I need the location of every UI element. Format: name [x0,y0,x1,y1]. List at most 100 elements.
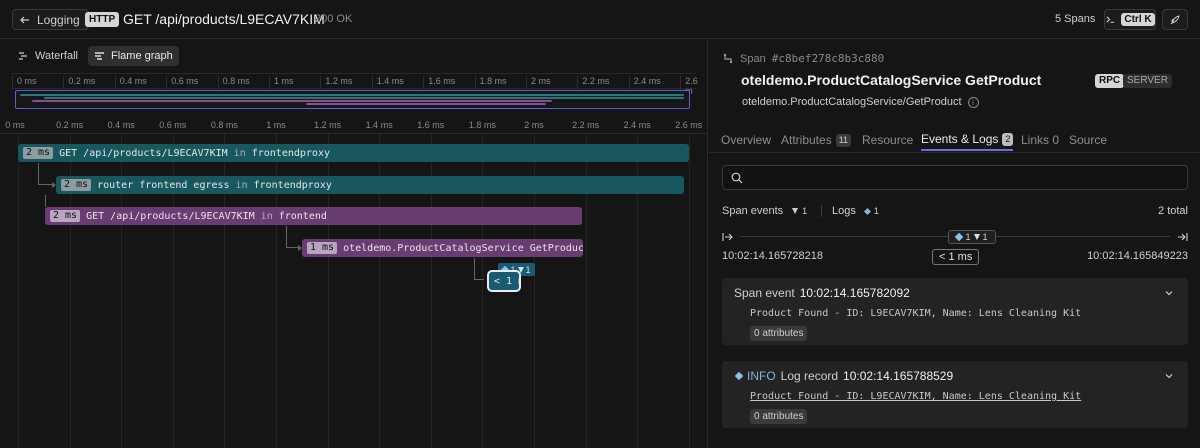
span-label: Span [740,52,766,65]
span-duration: 2 ms [23,147,54,159]
tab-flame-graph-label: Flame graph [111,50,173,62]
total-label: 2 total [1158,205,1188,217]
timeline-events-count: 1 [982,232,988,242]
span-events-label: Span events [722,205,784,217]
chevron-down-icon[interactable] [1164,288,1174,298]
event-timestamp: 10:02:14.165788529 [843,369,954,383]
log-message-link[interactable]: Product Found - ID: L9ECAV7KIM, Name: Le… [750,391,1081,402]
search-icon [731,172,743,183]
command-palette-button[interactable]: Ctrl K [1104,9,1156,30]
span-id-row: Span #c8bef278c8b3c880 [723,52,884,65]
launch-button[interactable] [1162,9,1188,30]
tab-source[interactable]: Source [1069,129,1107,151]
events-search-input[interactable] [749,171,1169,184]
waterfall-icon [19,51,27,60]
selected-event-box[interactable]: < 1 m [487,270,521,292]
back-label: Logging [37,12,80,27]
filter-divider [821,205,822,217]
time-tick-label: 2.2 ms [572,120,600,130]
tab-source-label: Source [1069,133,1108,147]
span-subtitle-row: oteldemo.ProductCatalogService/GetProduc… [742,96,979,108]
span-title: oteldemo.ProductCatalogService GetProduc… [741,72,1042,88]
span-bar[interactable]: 2 ms GET /api/products/L9ECAV7KIM in fro… [18,144,689,162]
span-name: oteldemo.ProductCatalogService GetProduc… [343,242,583,254]
event-attributes-badge[interactable]: 0 attributes [750,326,808,341]
span-name: router frontend egress [97,179,230,191]
tab-attributes-count: 11 [835,133,852,147]
logs-filter[interactable]: Logs 1 [832,205,879,217]
event-card-log-record[interactable]: INFO Log record 10:02:14.165788529 Produ… [722,361,1188,428]
time-tick-label: 1.6 ms [417,120,445,130]
tab-flame-graph[interactable]: Flame graph [88,46,179,66]
span-id: #c8bef278c8b3c880 [771,52,885,65]
minimap-tick-label: 1.8 ms [474,76,507,90]
span-role-badge: SERVER [1123,74,1172,88]
log-level: INFO [747,369,776,383]
span-icon [723,53,733,64]
minimap-tick-label: 0.4 ms [114,76,147,90]
tab-resource-label: Resource [862,133,914,147]
span-kind-badge: RPC [1095,74,1125,88]
page-title: GET /api/products/L9ECAV7KIM [123,11,325,27]
log-diamond-icon [955,232,964,242]
span-bar[interactable]: 2 ms router frontend egress in frontendp… [56,176,684,194]
span-bar[interactable]: 2 ms GET /api/products/L9ECAV7KIM in fro… [45,207,582,225]
time-tick-label: 1.4 ms [365,120,393,130]
tab-events-logs[interactable]: Events & Logs 2 [921,129,1014,151]
view-tabs: Waterfall Flame graph [12,46,179,66]
align-end-icon[interactable] [1176,231,1188,243]
tab-attributes[interactable]: Attributes 11 [781,129,852,151]
grid-line [18,134,19,448]
info-icon[interactable]: i [967,96,979,108]
align-start-icon[interactable] [722,231,734,243]
timeline-marker[interactable]: 1 1 [948,230,996,244]
flame-graph-icon [95,51,104,60]
span-name: GET /api/products/L9ECAV7KIM [59,147,228,159]
minimap-tick-label: 2 ms [526,76,551,90]
span-service: frontendproxy [253,179,332,191]
chevron-down-icon[interactable] [1164,371,1174,381]
tab-links[interactable]: Links 0 [1021,129,1059,151]
top-bar: Logging HTTP GET /api/products/L9ECAV7KI… [0,0,1200,39]
time-ruler: 0 ms 0.2 ms 0.4 ms 0.6 ms 0.8 ms 1 ms 1.2 ms 1.… [0,116,708,134]
grid-line [688,134,690,448]
minimap-tick-label: 0 ms [12,76,37,90]
back-to-logging-button[interactable]: Logging [12,9,89,30]
tab-events-logs-count: 2 [1002,132,1014,146]
minimap-tick-label: 1.6 ms [423,76,455,90]
event-card-span-event[interactable]: Span event 10:02:14.165782092 Product Fo… [722,278,1188,345]
minimap-tick-label: 1 ms [269,76,294,90]
span-events-filter[interactable]: Span events 1 [722,205,807,217]
event-attributes-badge[interactable]: 0 attributes [750,409,808,424]
event-card-header: Span event 10:02:14.165782092 [734,286,910,300]
event-type: Span event [734,286,795,300]
minimap-span-bar [44,97,684,99]
tab-waterfall[interactable]: Waterfall [12,46,84,66]
time-tick-label: 0.8 ms [210,120,238,130]
shortcut-kbd: Ctrl K [1121,13,1155,26]
timeline-duration: < 1 ms [932,249,980,265]
tab-resource[interactable]: Resource [862,129,913,151]
span-bar-selected[interactable]: 1 ms oteldemo.ProductCatalogService GetP… [302,239,583,257]
tab-links-label: Links 0 [1021,133,1060,147]
total-count: 2 total [1158,205,1188,217]
minimap-span-bar [306,103,546,105]
span-count: 5 Spans [1055,13,1096,25]
span-detail-panel: Span #c8bef278c8b3c880 oteldemo.ProductC… [709,40,1200,448]
event-triangle-icon [792,208,799,214]
time-tick-label: 2.6 ms [675,120,703,130]
terminal-icon [1106,16,1115,23]
span-duration: 2 ms [61,179,92,191]
tab-waterfall-label: Waterfall [35,50,78,62]
event-message: Product Found - ID: L9ECAV7KIM, Name: Le… [750,308,1082,319]
tab-overview[interactable]: Overview [721,129,771,151]
minimap-tick-label: 2.6 m [680,76,698,96]
span-duration: 1 ms [307,242,338,254]
time-tick-label: 1.8 ms [468,120,496,130]
minimap[interactable] [15,90,690,109]
event-type: Log record [780,369,839,383]
time-tick-label: 1.2 ms [314,120,342,130]
log-diamond-icon [734,371,744,381]
span-duration: 2 ms [50,210,81,222]
time-tick-label: 2 ms [524,120,544,130]
